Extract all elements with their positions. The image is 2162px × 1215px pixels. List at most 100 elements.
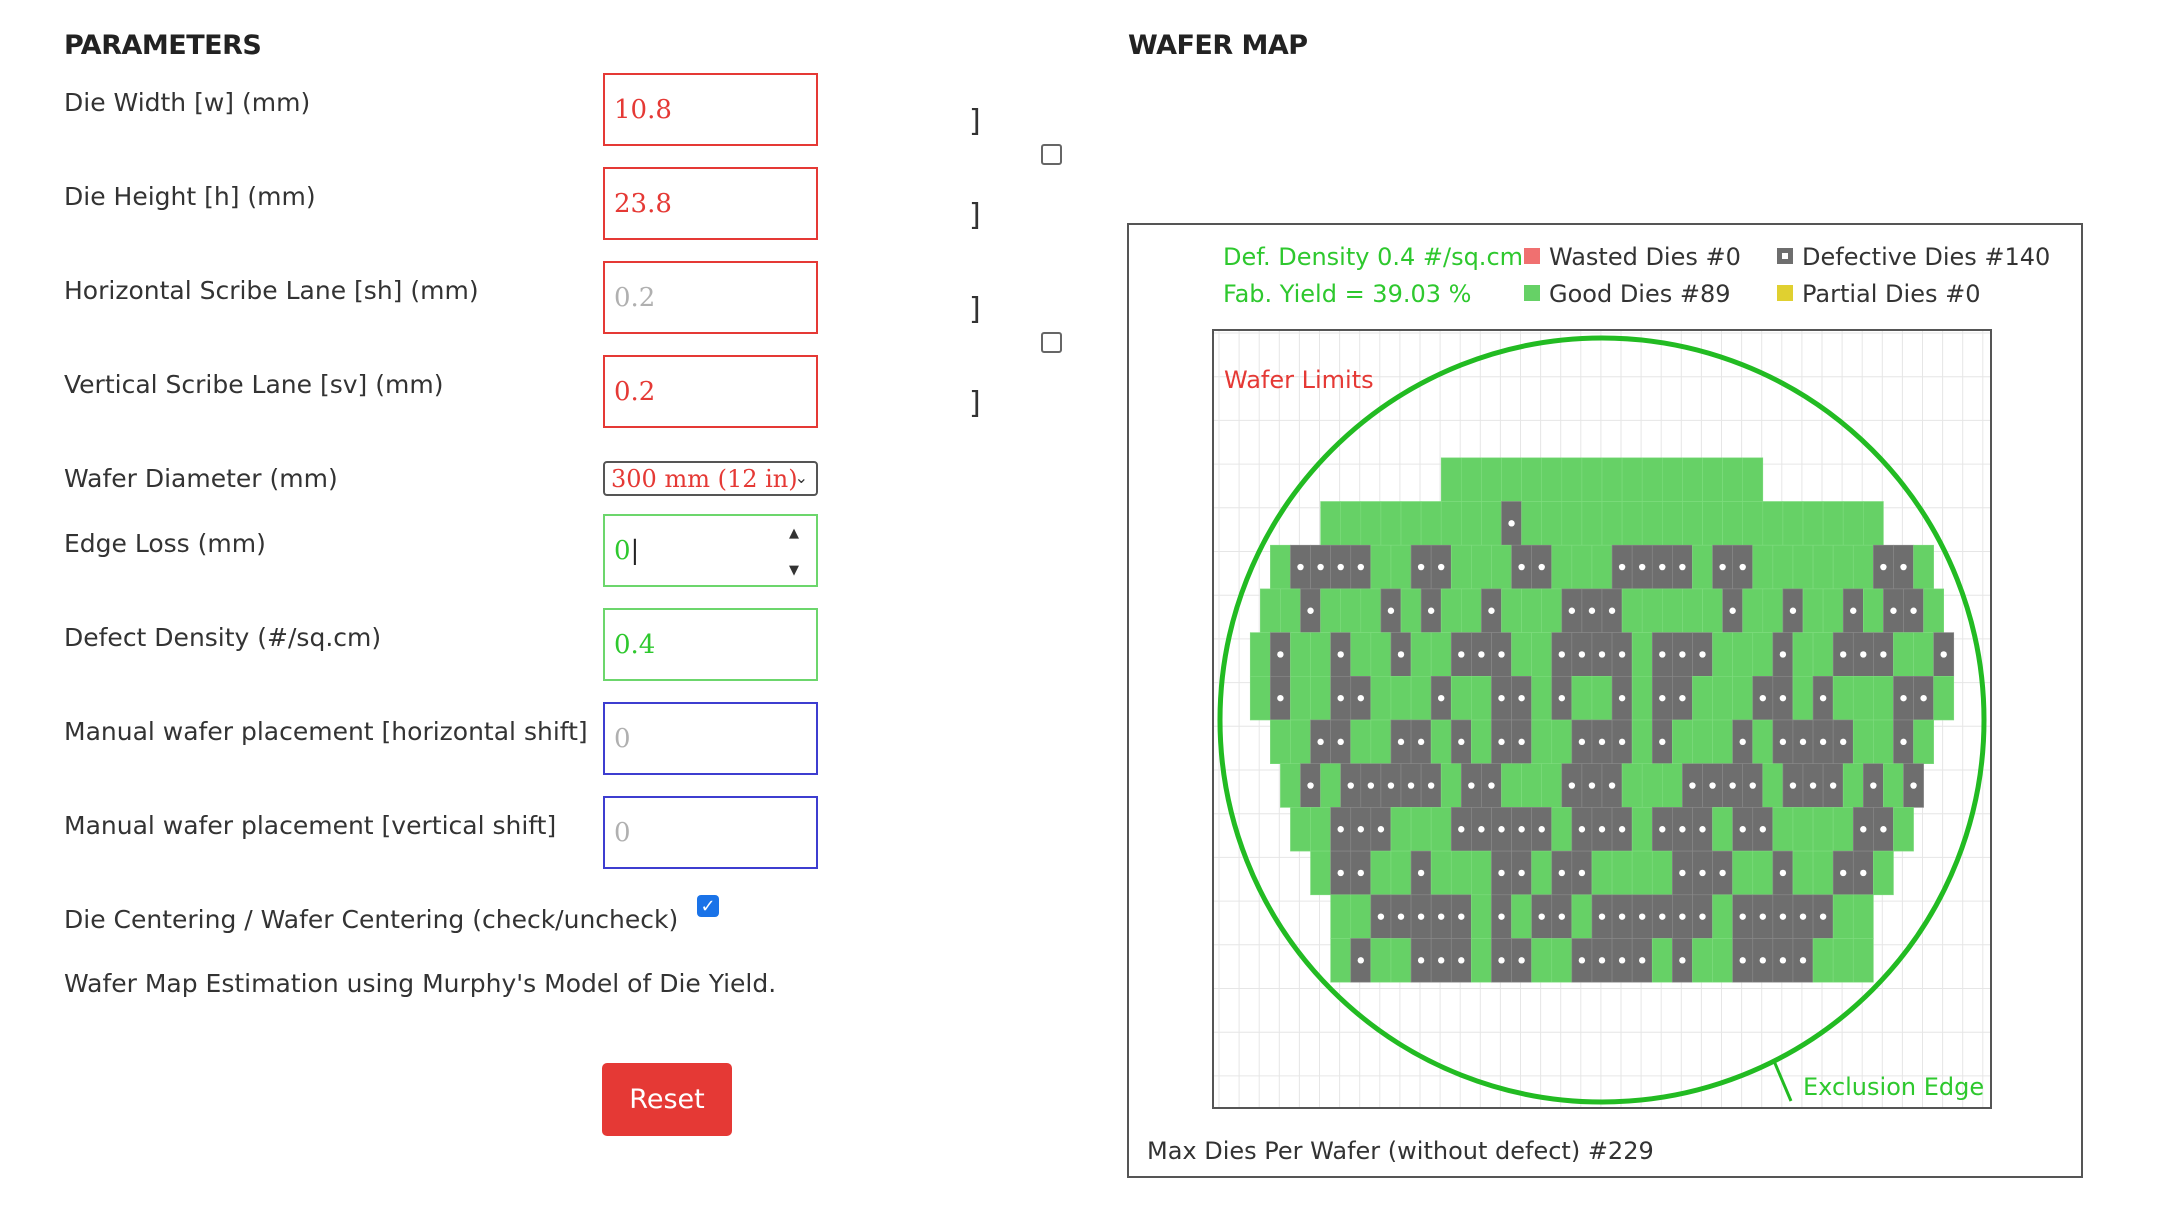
spinner-control[interactable]: ▲ ▼ — [782, 526, 806, 578]
good-die — [1390, 850, 1412, 896]
good-die — [1581, 457, 1603, 502]
description-text: Wafer Map Estimation using Murphy's Mode… — [64, 969, 777, 998]
good-die — [1631, 675, 1653, 721]
defect-marker — [1779, 869, 1787, 877]
good-die — [1561, 457, 1583, 502]
defect-marker — [1438, 694, 1445, 702]
good-die — [1601, 501, 1623, 546]
good-die — [1792, 850, 1814, 896]
good-die — [1742, 501, 1764, 546]
good-die — [1350, 894, 1372, 939]
defect-marker — [1890, 607, 1897, 614]
defect-marker — [1699, 826, 1706, 833]
good-die — [1702, 457, 1723, 502]
v-shift-input[interactable]: 0 — [603, 796, 818, 869]
wafer-limits-label: Wafer Limits — [1224, 366, 1374, 394]
defect-marker — [1618, 826, 1626, 833]
good-die — [1330, 938, 1352, 983]
good-die — [1370, 675, 1392, 721]
defect-marker — [1367, 782, 1375, 789]
defect-marker — [1709, 782, 1716, 789]
defect-marker — [1518, 738, 1525, 746]
die-width-checkbox[interactable] — [1041, 144, 1062, 165]
defect-density-input[interactable]: 0.4 — [603, 608, 818, 681]
reset-button[interactable]: Reset — [602, 1063, 732, 1136]
good-die — [1822, 588, 1844, 633]
die-height-input[interactable]: 23.8 — [603, 167, 818, 240]
good-die — [1471, 675, 1492, 721]
bracket-marker: ] — [969, 292, 981, 327]
defect-marker — [1618, 738, 1626, 746]
defect-marker — [1840, 651, 1847, 658]
defect-marker — [1438, 563, 1445, 571]
defect-marker — [1900, 563, 1907, 571]
good-die — [1290, 632, 1311, 677]
defect-marker — [1458, 738, 1465, 746]
defect-marker — [1659, 694, 1666, 702]
wafer-plot — [1212, 329, 1992, 1109]
exclusion-edge-pointer — [1772, 1060, 1793, 1102]
wafer-diameter-select[interactable]: 300 mm (12 in) ⌄ — [603, 461, 818, 496]
wasted-swatch — [1524, 248, 1540, 264]
good-die — [1792, 544, 1814, 590]
good-die — [1732, 850, 1754, 896]
good-die — [1712, 719, 1733, 765]
good-die — [1631, 719, 1653, 765]
good-die — [1461, 457, 1482, 502]
good-die — [1340, 588, 1362, 633]
good-die — [1531, 938, 1553, 983]
good-die — [1450, 850, 1472, 896]
defect-marker — [1307, 607, 1314, 614]
good-die — [1330, 894, 1352, 939]
good-die — [1290, 719, 1311, 765]
defect-marker — [1639, 563, 1646, 571]
defect-marker — [1297, 563, 1304, 571]
centering-label: Die Centering / Wafer Centering (check/u… — [64, 905, 679, 934]
defect-marker — [1478, 651, 1485, 658]
good-die — [1551, 544, 1573, 590]
spin-down-icon[interactable]: ▼ — [789, 563, 799, 578]
defect-marker — [1337, 869, 1344, 877]
good-die — [1611, 850, 1633, 896]
good-die — [1812, 850, 1834, 896]
good-die — [1521, 501, 1543, 546]
defect-marker — [1347, 782, 1354, 789]
good-die — [1692, 544, 1713, 590]
good-die — [1561, 501, 1583, 546]
defect-marker — [1518, 957, 1525, 964]
edge-loss-input[interactable]: 0 | ▲ ▼ — [603, 514, 818, 587]
good-die — [1832, 807, 1854, 852]
vertical-scribe-input[interactable]: 0.2 — [603, 355, 818, 428]
defect-marker — [1518, 826, 1525, 833]
good-die — [1792, 632, 1814, 677]
edge-loss-value: 0 — [614, 535, 631, 566]
defect-marker — [1749, 782, 1756, 789]
defect-marker — [1799, 913, 1807, 920]
good-die — [1450, 544, 1472, 590]
horizontal-scribe-input[interactable]: 0.2 — [603, 261, 818, 334]
scribe-checkbox[interactable] — [1041, 332, 1062, 353]
h-shift-input[interactable]: 0 — [603, 702, 818, 775]
good-die — [1842, 763, 1864, 808]
defect-marker — [1659, 651, 1666, 658]
good-die — [1732, 675, 1754, 721]
good-die — [1621, 457, 1643, 502]
good-die — [1551, 807, 1573, 852]
centering-checkbox[interactable]: ✓ — [697, 895, 719, 917]
good-die — [1852, 894, 1874, 939]
defect-marker — [1618, 694, 1626, 702]
spin-up-icon[interactable]: ▲ — [789, 526, 799, 541]
good-die — [1501, 763, 1522, 808]
die-width-input[interactable]: 10.8 — [603, 73, 818, 146]
defect-marker — [1578, 651, 1586, 658]
defect-marker — [1779, 694, 1787, 702]
good-die — [1571, 544, 1593, 590]
good-die — [1310, 632, 1331, 677]
defect-marker — [1518, 869, 1525, 877]
good-die — [1430, 807, 1452, 852]
wasted-dies-text: Wasted Dies #0 — [1549, 243, 1741, 271]
defect-marker — [1659, 563, 1666, 571]
good-die — [1370, 938, 1392, 983]
defective-swatch — [1777, 248, 1793, 264]
defect-marker — [1739, 826, 1746, 833]
